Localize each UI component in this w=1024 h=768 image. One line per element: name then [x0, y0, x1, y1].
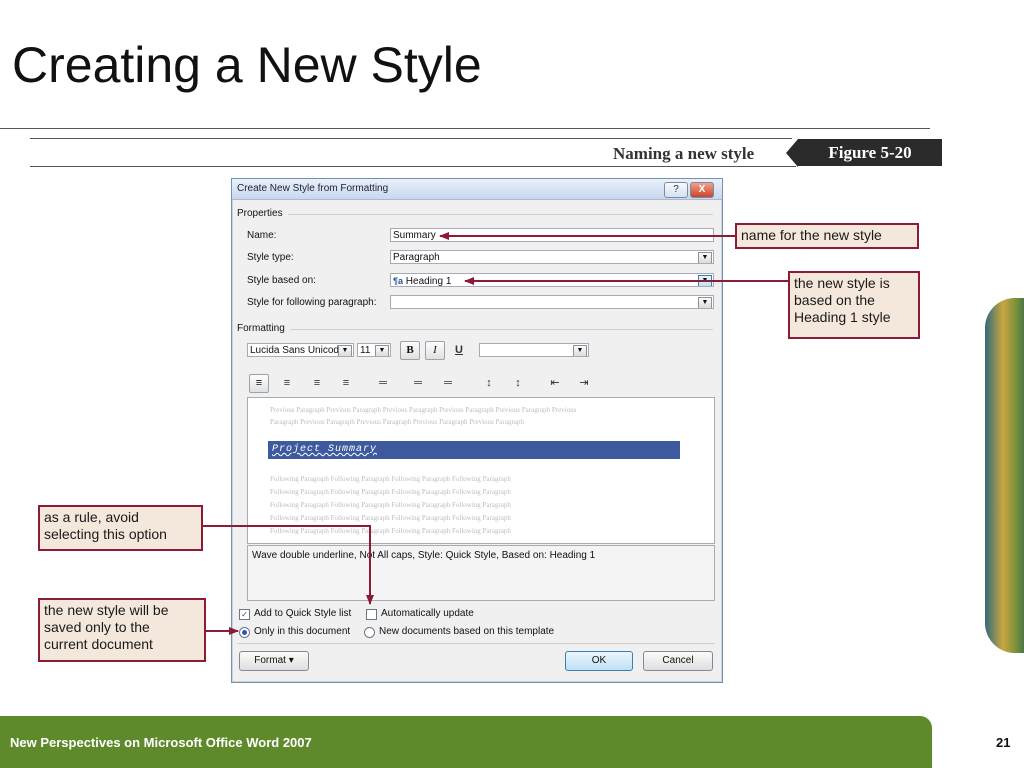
footer-bar: New Perspectives on Microsoft Office Wor…: [0, 716, 932, 768]
callout-text: the new style is: [794, 275, 890, 291]
callout-text: name for the new style: [741, 227, 882, 243]
footer-text: New Perspectives on Microsoft Office Wor…: [10, 735, 312, 750]
callout-text: the new style will be: [44, 602, 169, 618]
callout-avoid-option: as a rule, avoid selecting this option: [38, 505, 203, 551]
callout-text: selecting this option: [44, 526, 167, 542]
callout-text: based on the: [794, 292, 875, 308]
callout-text: Heading 1 style: [794, 309, 891, 325]
callout-text: as a rule, avoid: [44, 509, 139, 525]
avoid-leader-line: [203, 525, 374, 605]
callout-based-on: the new style is based on the Heading 1 …: [788, 271, 920, 339]
callout-text: current document: [44, 636, 153, 652]
page-number: 21: [996, 735, 1011, 750]
callout-style-name: name for the new style: [735, 223, 919, 249]
callout-text: saved only to the: [44, 619, 150, 635]
callout-saved-document: the new style will be saved only to the …: [38, 598, 206, 662]
